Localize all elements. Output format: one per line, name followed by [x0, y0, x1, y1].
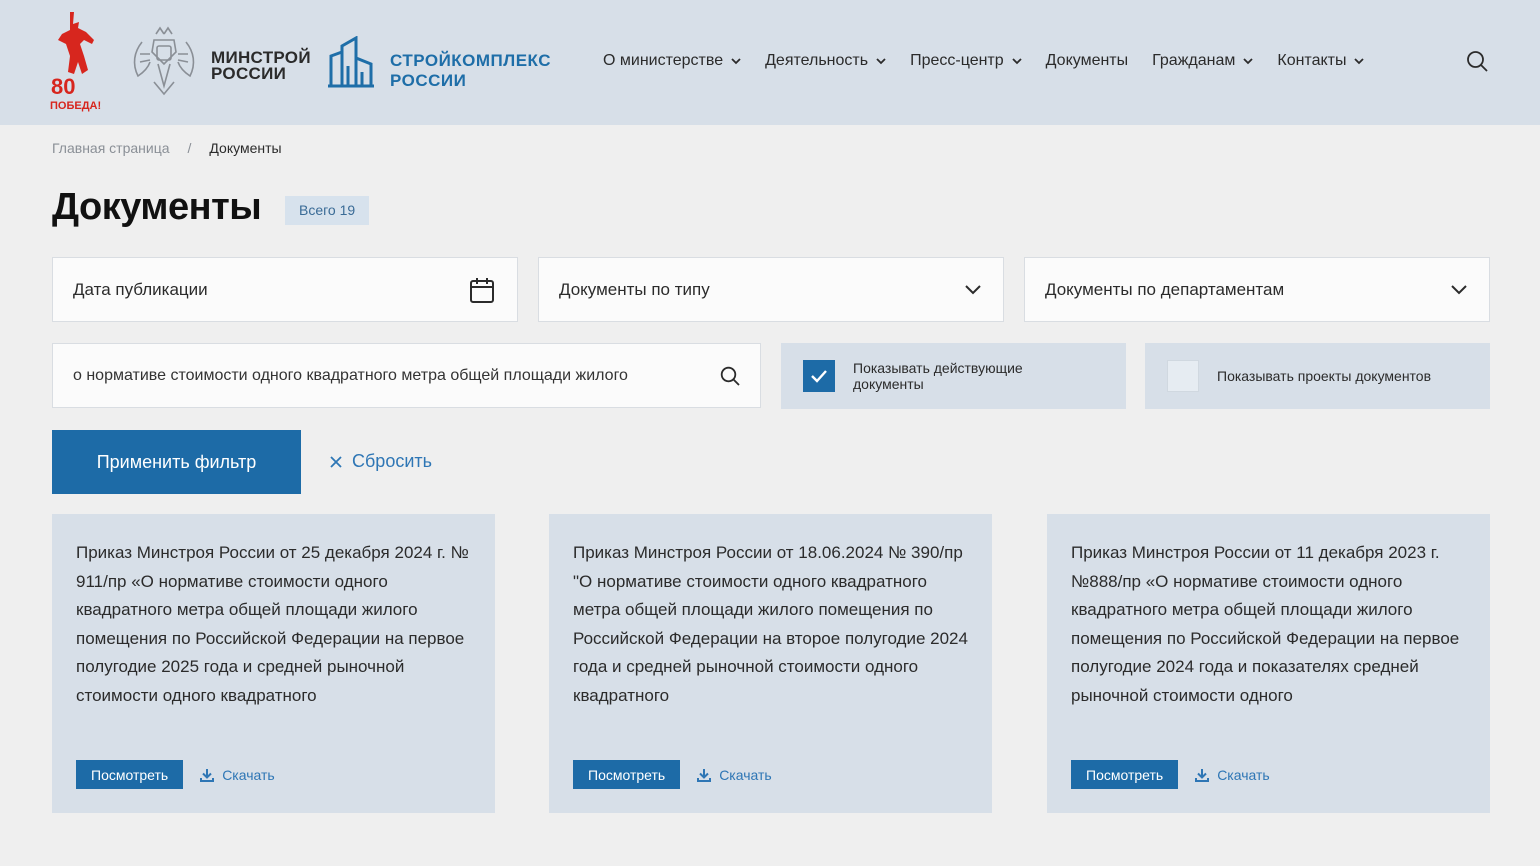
chevron-down-icon: [876, 57, 886, 64]
ministry-name-line2: РОССИИ: [211, 64, 287, 83]
download-icon: [1195, 768, 1210, 782]
svg-text:ПОБЕДА!: ПОБЕДА!: [50, 100, 101, 112]
document-search: [52, 343, 761, 408]
download-icon: [200, 768, 215, 782]
document-card: Приказ Минстроя России от 11 декабря 202…: [1047, 514, 1490, 813]
document-actions: Посмотреть Скачать: [1071, 760, 1270, 789]
stroy-name-line2: РОССИИ: [390, 71, 467, 90]
checkmark-icon: [811, 370, 827, 383]
nav-item-label: Гражданам: [1152, 52, 1236, 69]
type-filter-label: Документы по типу: [559, 279, 710, 299]
document-card: Приказ Минстроя России от 25 декабря 202…: [52, 514, 495, 813]
reset-filter-button[interactable]: Сбросить: [330, 451, 432, 472]
nav-item-label: Документы: [1045, 52, 1129, 69]
stroykompleks-name[interactable]: СТРОЙКОМПЛЕКС РОССИИ: [390, 51, 551, 91]
department-filter-select[interactable]: Документы по департаментам: [1024, 257, 1490, 322]
download-link[interactable]: Скачать: [200, 767, 275, 783]
nav-item-activity[interactable]: Деятельность: [765, 52, 886, 70]
nav-item-documents[interactable]: Документы: [1046, 52, 1128, 70]
page-title: Документы: [52, 186, 262, 228]
nav-item-about[interactable]: О министерстве: [603, 52, 741, 70]
show-projects-checkbox[interactable]: [1167, 360, 1199, 392]
download-link[interactable]: Скачать: [697, 767, 772, 783]
nav-item-label: Контакты: [1277, 52, 1347, 69]
document-title[interactable]: Приказ Минстроя России от 18.06.2024 № 3…: [573, 539, 968, 711]
nav-item-label: Пресс-центр: [910, 52, 1004, 69]
document-title[interactable]: Приказ Минстроя России от 11 декабря 202…: [1071, 539, 1466, 711]
breadcrumb-current: Документы: [209, 140, 282, 156]
stroy-name-line1: СТРОЙКОМПЛЕКС: [390, 51, 551, 70]
show-projects-label: Показывать проекты документов: [1217, 368, 1432, 384]
document-search-input[interactable]: [73, 366, 703, 385]
chevron-down-icon: [1243, 57, 1254, 64]
calendar-icon[interactable]: [469, 276, 495, 304]
breadcrumb: Главная страница / Документы: [52, 140, 282, 156]
download-label: Скачать: [222, 766, 275, 783]
nav-item-label: Деятельность: [765, 52, 869, 69]
chevron-down-icon: [1012, 57, 1022, 64]
view-button[interactable]: Посмотреть: [1071, 760, 1179, 789]
nav-item-citizens[interactable]: Гражданам: [1152, 52, 1254, 70]
show-active-label: Показывать действующие документы: [853, 360, 1023, 392]
coat-of-arms-icon: [133, 26, 195, 96]
chevron-down-icon: [1451, 284, 1467, 294]
date-filter-label: Дата публикации: [73, 279, 208, 299]
site-header: 80 ПОБЕДА! МИНСТРОЙ РОССИИ СТРОЙКОМПЛЕКС: [0, 0, 1540, 125]
chevron-down-icon: [965, 284, 981, 294]
close-icon: [330, 455, 342, 468]
view-button[interactable]: Посмотреть: [573, 760, 681, 789]
nav-item-label: О министерстве: [603, 52, 724, 69]
download-label: Скачать: [719, 766, 772, 783]
view-button[interactable]: Посмотреть: [76, 760, 184, 789]
nav-item-press[interactable]: Пресс-центр: [910, 52, 1022, 70]
reset-filter-label: Сбросить: [352, 451, 433, 471]
download-icon: [697, 768, 712, 782]
type-filter-select[interactable]: Документы по типу: [538, 257, 1004, 322]
victory-80-logo[interactable]: 80 ПОБЕДА!: [48, 10, 102, 112]
search-icon[interactable]: [720, 366, 740, 386]
show-active-toggle[interactable]: Показывать действующие документы: [781, 343, 1126, 409]
download-link[interactable]: Скачать: [1195, 767, 1270, 783]
document-actions: Посмотреть Скачать: [76, 760, 275, 789]
chevron-down-icon: [731, 57, 741, 64]
document-actions: Посмотреть Скачать: [573, 760, 772, 789]
apply-filter-button[interactable]: Применить фильтр: [52, 430, 301, 494]
ministry-name[interactable]: МИНСТРОЙ РОССИИ: [211, 49, 311, 83]
search-icon[interactable]: [1466, 50, 1488, 72]
main-nav: О министерстве Деятельность Пресс-центр …: [603, 50, 1388, 72]
department-filter-label: Документы по департаментам: [1045, 279, 1285, 299]
breadcrumb-separator: /: [187, 140, 192, 156]
chevron-down-icon: [1354, 57, 1365, 64]
document-title[interactable]: Приказ Минстроя России от 25 декабря 202…: [76, 539, 471, 711]
download-label: Скачать: [1217, 766, 1270, 783]
stroykompleks-logo-icon: [328, 36, 374, 88]
breadcrumb-home-link[interactable]: Главная страница: [52, 140, 170, 156]
count-badge: Всего 19: [285, 196, 370, 225]
document-card: Приказ Минстроя России от 18.06.2024 № 3…: [549, 514, 992, 813]
show-active-checkbox[interactable]: [803, 360, 835, 392]
date-filter[interactable]: Дата публикации: [52, 257, 518, 322]
svg-text:80: 80: [51, 74, 75, 99]
show-projects-toggle[interactable]: Показывать проекты документов: [1145, 343, 1490, 409]
nav-item-contacts[interactable]: Контакты: [1277, 52, 1365, 70]
